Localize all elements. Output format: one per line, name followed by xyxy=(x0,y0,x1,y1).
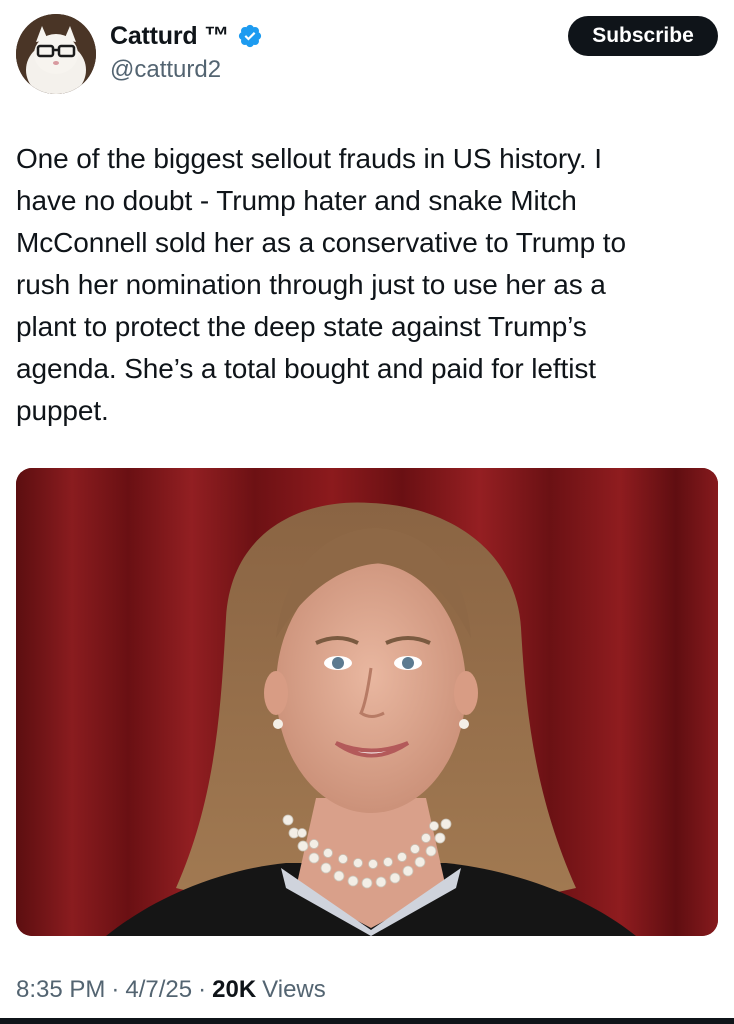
author-info: Catturd ™ @catturd2 xyxy=(110,18,263,84)
author-handle[interactable]: @catturd2 xyxy=(110,56,263,84)
avatar-image xyxy=(16,14,96,94)
views-label: Views xyxy=(262,976,326,1003)
post-media-image[interactable] xyxy=(16,468,718,936)
views-count: 20K xyxy=(212,976,257,1003)
post-meta: 8:35 PM · 4/7/25 · 20K Views xyxy=(16,976,326,1004)
name-row: Catturd ™ xyxy=(110,18,263,54)
photo-portrait xyxy=(16,468,718,936)
verified-badge-icon xyxy=(237,23,263,49)
post-header: Catturd ™ @catturd2 Subscribe xyxy=(16,14,718,94)
bottom-divider xyxy=(0,1018,734,1024)
post-date[interactable]: 4/7/25 xyxy=(125,976,192,1004)
avatar[interactable] xyxy=(16,14,96,94)
post-text: One of the biggest sellout frauds in US … xyxy=(16,143,626,426)
display-name[interactable]: Catturd ™ xyxy=(110,22,229,51)
meta-separator: · xyxy=(198,976,207,1003)
post-time[interactable]: 8:35 PM xyxy=(16,976,105,1004)
meta-separator: · xyxy=(111,976,120,1003)
subscribe-button[interactable]: Subscribe xyxy=(568,16,718,56)
